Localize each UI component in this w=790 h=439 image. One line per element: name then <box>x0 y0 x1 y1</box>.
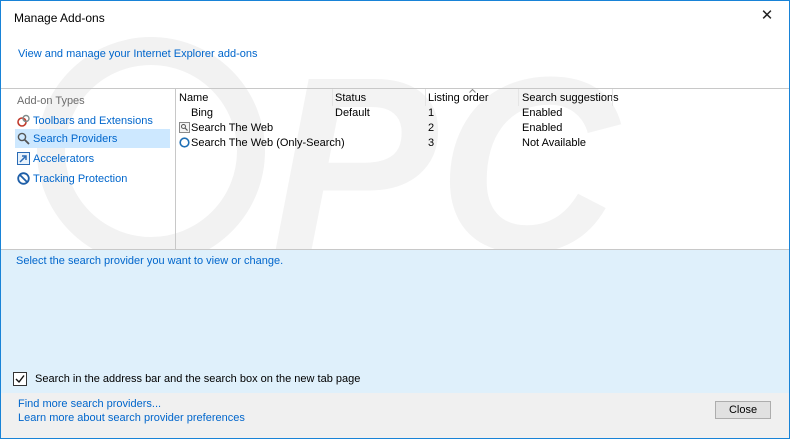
accelerator-icon <box>17 152 30 165</box>
row-suggestions: Not Available <box>522 137 587 149</box>
header: View and manage your Internet Explorer a… <box>1 31 789 88</box>
sidebar-item-label: Accelerators <box>33 152 95 165</box>
title-bar: Manage Add-ons ✕ <box>1 1 789 31</box>
window-title: Manage Add-ons <box>14 11 105 25</box>
column-header-listing-order[interactable]: Listing order <box>428 92 489 104</box>
addon-list: Name Status Listing order Search suggest… <box>176 89 789 249</box>
details-pane: Select the search provider you want to v… <box>1 250 789 393</box>
gear-icon <box>17 114 30 127</box>
sidebar-item-label: Tracking Protection <box>33 172 128 185</box>
row-order: 3 <box>428 137 435 149</box>
column-divider[interactable] <box>612 89 613 106</box>
column-header-name[interactable]: Name <box>179 92 208 104</box>
learn-more-link[interactable]: Learn more about search provider prefere… <box>18 412 245 424</box>
sidebar-item-tracking-protection[interactable]: Tracking Protection <box>15 169 170 188</box>
row-name: Bing <box>191 107 214 119</box>
details-hint: Select the search provider you want to v… <box>16 255 284 267</box>
close-button[interactable]: Close <box>715 401 771 419</box>
list-header: Name Status Listing order Search suggest… <box>176 89 789 106</box>
circle-icon <box>179 137 190 148</box>
sidebar-item-accelerators[interactable]: Accelerators <box>15 149 170 168</box>
table-row[interactable]: Bing Default 1 Enabled <box>176 106 789 121</box>
sidebar-item-label: Toolbars and Extensions <box>33 114 153 127</box>
find-more-link[interactable]: Find more search providers... <box>18 398 161 410</box>
sort-ascending-icon <box>469 89 476 93</box>
header-link[interactable]: View and manage your Internet Explorer a… <box>18 48 258 60</box>
sidebar-item-toolbars[interactable]: Toolbars and Extensions <box>15 111 170 130</box>
column-divider[interactable] <box>518 89 519 106</box>
manage-addons-window: PC risk.com Manage Add-ons ✕ View and ma… <box>0 0 790 439</box>
row-status: Default <box>335 107 370 119</box>
column-header-status[interactable]: Status <box>335 92 366 104</box>
checkmark-icon <box>15 375 25 384</box>
row-name: Search The Web (Only-Search) <box>191 137 345 149</box>
row-order: 1 <box>428 107 435 119</box>
row-name: Search The Web <box>191 122 274 134</box>
sidebar: Add-on Types Toolbars and Extensions Sea… <box>1 89 175 249</box>
column-divider[interactable] <box>332 89 333 106</box>
window-close-icon[interactable]: ✕ <box>757 6 777 26</box>
search-address-bar-checkbox[interactable] <box>13 372 27 386</box>
column-header-search-suggestions[interactable]: Search suggestions <box>522 92 619 104</box>
page-search-icon <box>179 122 190 133</box>
search-icon <box>17 132 30 145</box>
search-option-row[interactable]: Search in the address bar and the search… <box>13 372 360 386</box>
row-order: 2 <box>428 122 435 134</box>
footer: Find more search providers... Learn more… <box>1 393 789 438</box>
sidebar-heading: Add-on Types <box>17 95 85 107</box>
row-suggestions: Enabled <box>522 107 563 119</box>
row-suggestions: Enabled <box>522 122 563 134</box>
sidebar-item-search-providers[interactable]: Search Providers <box>15 129 170 148</box>
sidebar-item-label: Search Providers <box>33 132 118 145</box>
no-entry-icon <box>17 172 30 185</box>
column-divider[interactable] <box>425 89 426 106</box>
checkbox-label[interactable]: Search in the address bar and the search… <box>35 373 360 385</box>
table-row[interactable]: Search The Web 2 Enabled <box>176 121 789 136</box>
table-row[interactable]: Search The Web (Only-Search) 3 Not Avail… <box>176 136 789 151</box>
